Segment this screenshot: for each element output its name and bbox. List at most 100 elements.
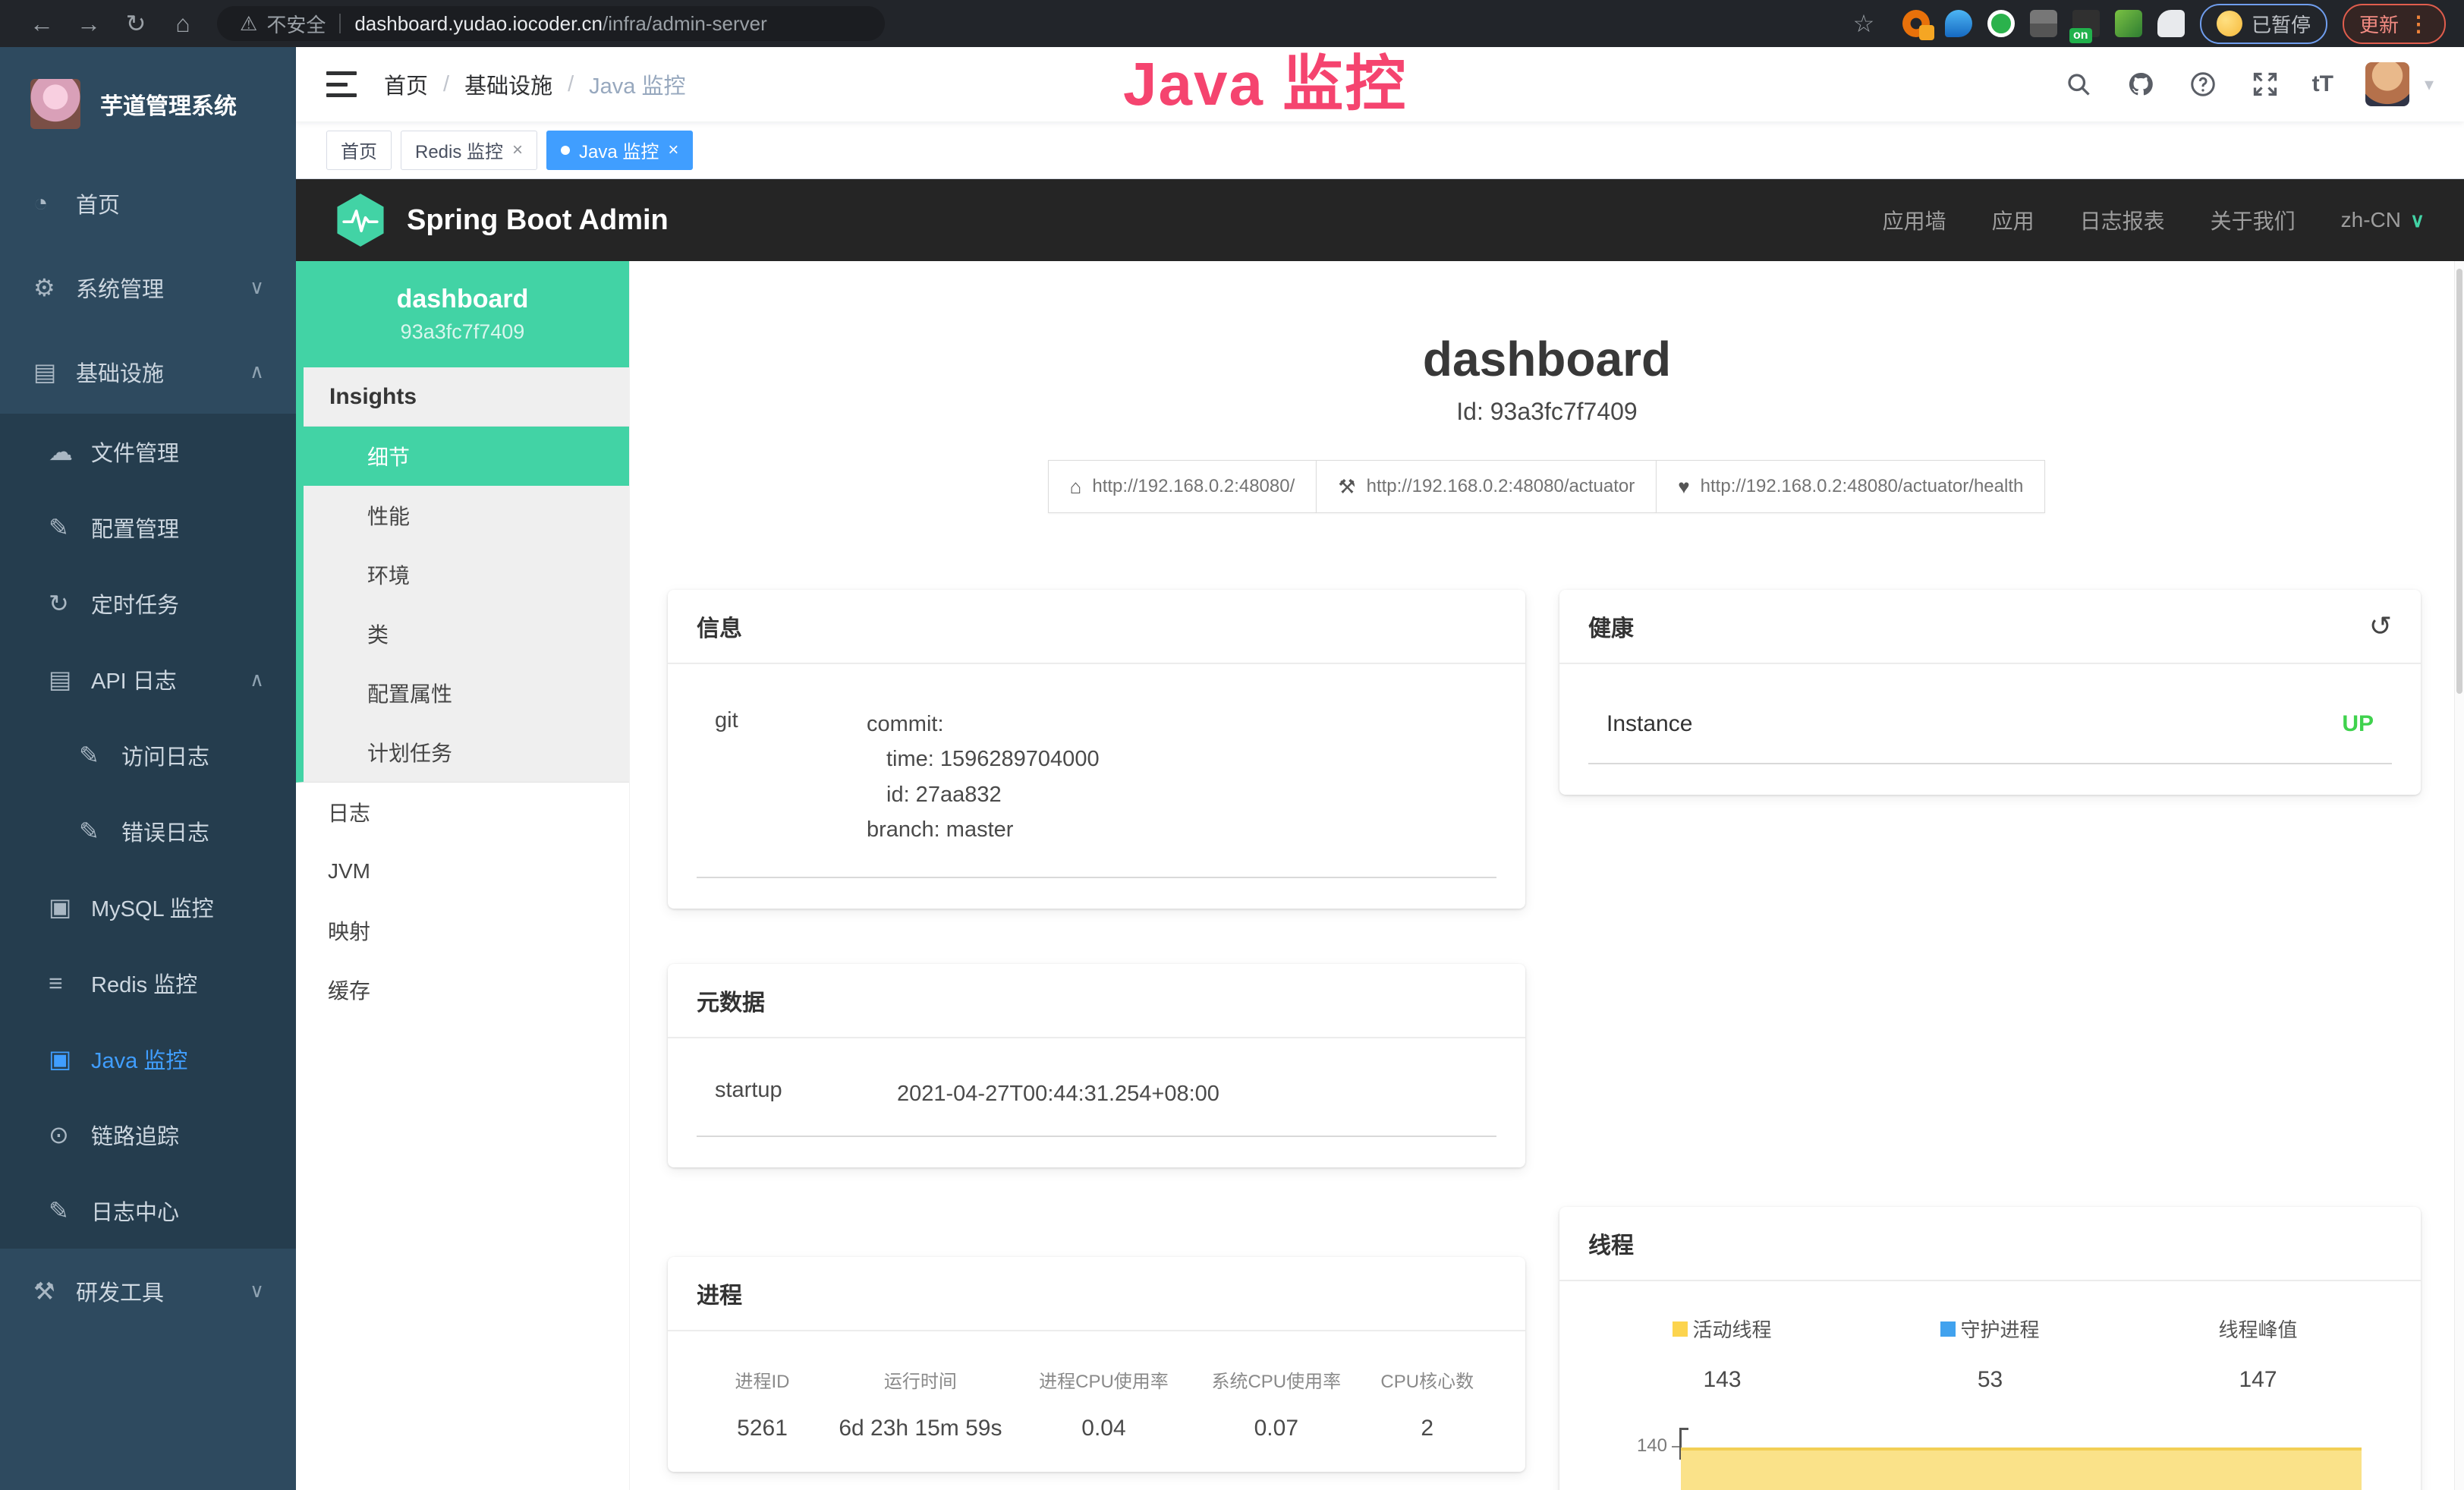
metadata-card-title: 元数据 xyxy=(668,964,1525,1038)
sidebar-item-file-mgmt[interactable]: ☁ 文件管理 xyxy=(0,414,296,490)
user-avatar[interactable] xyxy=(2365,62,2409,106)
stat-label: CPU核心数 xyxy=(1362,1366,1492,1393)
service-url: http://192.168.0.2:48080/ xyxy=(1092,476,1295,497)
browser-forward-button[interactable]: → xyxy=(65,10,112,38)
instance-header[interactable]: dashboard 93a3fc7f7409 xyxy=(296,261,629,367)
sidebar-item-dev-tools[interactable]: ⚒ 研发工具 ∨ xyxy=(0,1249,296,1333)
git-branch-line: branch: master xyxy=(867,812,1100,847)
stat-label: 进程CPU使用率 xyxy=(1018,1366,1190,1393)
close-icon[interactable]: × xyxy=(512,140,523,161)
sidebar-item-infrastructure[interactable]: ▤ 基础设施 ∧ xyxy=(0,329,296,414)
extension-icon[interactable] xyxy=(2115,10,2142,37)
breadcrumb-current: Java 监控 xyxy=(589,68,685,100)
home-icon: ⌂ xyxy=(1070,475,1082,499)
help-icon[interactable] xyxy=(2188,69,2218,99)
sidebar-item-home[interactable]: ◔ 首页 xyxy=(0,161,296,245)
chrome-update-button[interactable]: 更新 ⋮ xyxy=(2343,4,2446,44)
tab-java-monitor[interactable]: Java 监控 × xyxy=(546,131,693,170)
sidebar-item-api-log[interactable]: ▤ API 日志 ∧ xyxy=(0,641,296,717)
app-logo[interactable]: 芋道管理系统 xyxy=(0,47,296,161)
chevron-up-icon: ∧ xyxy=(250,668,264,691)
breadcrumb-infrastructure[interactable]: 基础设施 xyxy=(464,68,552,100)
sidebar-item-log-center[interactable]: ✎ 日志中心 xyxy=(0,1173,296,1249)
edit-icon: ✎ xyxy=(79,817,121,846)
sidebar-item-mysql-monitor[interactable]: ▣ MySQL 监控 xyxy=(0,869,296,945)
logo-avatar xyxy=(30,79,80,129)
health-url-button[interactable]: ♥ http://192.168.0.2:48080/actuator/heal… xyxy=(1656,460,2045,513)
stat-uptime: 运行时间 6d 23h 15m 59s xyxy=(823,1366,1018,1441)
actuator-url-button[interactable]: ⚒ http://192.168.0.2:48080/actuator xyxy=(1316,460,1657,513)
sba-item-scheduled-tasks[interactable]: 计划任务 xyxy=(304,723,629,782)
yellow-swatch-icon xyxy=(1673,1321,1688,1337)
sidebar-item-java-monitor[interactable]: ▣ Java 监控 xyxy=(0,1021,296,1097)
chevron-down-icon: ∨ xyxy=(2410,209,2425,232)
instance-name: dashboard xyxy=(397,285,529,314)
sba-item-caches[interactable]: 缓存 xyxy=(296,960,629,1019)
sidebar-item-config-mgmt[interactable]: ✎ 配置管理 xyxy=(0,490,296,565)
card-title: 线程 xyxy=(1588,1227,1634,1260)
sidebar-item-error-log[interactable]: ✎ 错误日志 xyxy=(0,793,296,869)
timer-icon: ↻ xyxy=(49,589,91,618)
sba-item-jvm[interactable]: JVM xyxy=(296,842,629,901)
card-title: 进程 xyxy=(697,1277,742,1310)
sba-item-mappings[interactable]: 映射 xyxy=(296,901,629,960)
fullscreen-icon[interactable] xyxy=(2250,69,2280,99)
sba-item-config-props[interactable]: 配置属性 xyxy=(304,663,629,723)
hamburger-icon[interactable] xyxy=(326,71,357,97)
sidebar-item-label: 基础设施 xyxy=(76,356,164,388)
process-card-title: 进程 xyxy=(668,1257,1525,1331)
tab-label: Java 监控 xyxy=(579,137,659,163)
paused-extension-badge[interactable]: 已暂停 xyxy=(2200,4,2327,44)
extension-pin-icon[interactable] xyxy=(1945,10,1972,37)
extension-icon[interactable]: on xyxy=(2072,10,2100,37)
close-icon[interactable]: × xyxy=(668,140,678,161)
browser-home-button[interactable]: ⌂ xyxy=(159,10,206,38)
threads-area-chart: 140 120 100 xyxy=(1679,1428,2362,1490)
browser-menu-icon[interactable]: ⋮ xyxy=(2408,11,2429,36)
bookmark-star-icon[interactable]: ☆ xyxy=(1840,9,1887,38)
heart-pulse-icon: ♥ xyxy=(1678,475,1689,499)
page-scrollbar[interactable] xyxy=(2454,261,2464,1490)
tab-home[interactable]: 首页 xyxy=(326,131,392,170)
history-icon[interactable]: ↺ xyxy=(2369,610,2392,642)
sidebar-item-system-mgmt[interactable]: ⚙ 系统管理 ∨ xyxy=(0,245,296,329)
sidebar-item-label: 系统管理 xyxy=(76,272,164,304)
breadcrumb-separator: / xyxy=(443,72,449,97)
extensions-puzzle-icon[interactable] xyxy=(2157,10,2185,37)
browser-back-button[interactable]: ← xyxy=(18,10,65,38)
sba-item-details[interactable]: 细节 xyxy=(304,427,629,486)
page-title: dashboard xyxy=(630,331,2464,387)
sba-item-environment[interactable]: 环境 xyxy=(304,545,629,604)
sba-item-classes[interactable]: 类 xyxy=(304,604,629,663)
sidebar-item-tracing[interactable]: ⊙ 链路追踪 xyxy=(0,1097,296,1173)
sidebar-item-redis-monitor[interactable]: ≡ Redis 监控 xyxy=(0,945,296,1021)
sba-nav-wallboard[interactable]: 应用墙 xyxy=(1883,205,1946,235)
tab-label: 首页 xyxy=(341,137,377,163)
extension-icon[interactable] xyxy=(1987,10,2015,37)
stat-value: 5261 xyxy=(701,1416,823,1441)
service-url-button[interactable]: ⌂ http://192.168.0.2:48080/ xyxy=(1048,460,1317,513)
sba-item-metrics[interactable]: 性能 xyxy=(304,486,629,545)
locale-selector[interactable]: zh-CN ∨ xyxy=(2341,208,2425,232)
browser-reload-button[interactable]: ↻ xyxy=(112,9,159,38)
search-icon[interactable] xyxy=(2063,69,2094,99)
extension-icon[interactable] xyxy=(2030,10,2057,37)
sba-item-logs[interactable]: 日志 xyxy=(296,783,629,842)
address-bar[interactable]: ⚠ 不安全 dashboard.yudao.iocoder.cn/infra/a… xyxy=(217,6,885,41)
insights-group: Insights 细节 性能 环境 类 配置属性 计划任务 xyxy=(296,367,629,783)
sba-nav-applications[interactable]: 应用 xyxy=(1992,205,2034,235)
sidebar-item-access-log[interactable]: ✎ 访问日志 xyxy=(0,717,296,793)
avatar-caret-icon: ▾ xyxy=(2425,74,2434,96)
threads-card-title: 线程 xyxy=(1559,1207,2421,1281)
scrollbar-thumb[interactable] xyxy=(2456,269,2462,694)
sba-nav-about[interactable]: 关于我们 xyxy=(2211,205,2296,235)
sidebar-item-scheduled-jobs[interactable]: ↻ 定时任务 xyxy=(0,565,296,641)
not-secure-label[interactable]: 不安全 xyxy=(266,10,326,38)
font-size-icon[interactable]: tT xyxy=(2312,71,2333,97)
sba-nav-journal[interactable]: 日志报表 xyxy=(2080,205,2165,235)
extension-icon[interactable] xyxy=(1902,10,1930,37)
tab-redis-monitor[interactable]: Redis 监控 × xyxy=(401,131,537,170)
github-icon[interactable] xyxy=(2126,69,2156,99)
stat-system-cpu: 系统CPU使用率 0.07 xyxy=(1190,1366,1362,1441)
breadcrumb-home[interactable]: 首页 xyxy=(384,68,428,100)
